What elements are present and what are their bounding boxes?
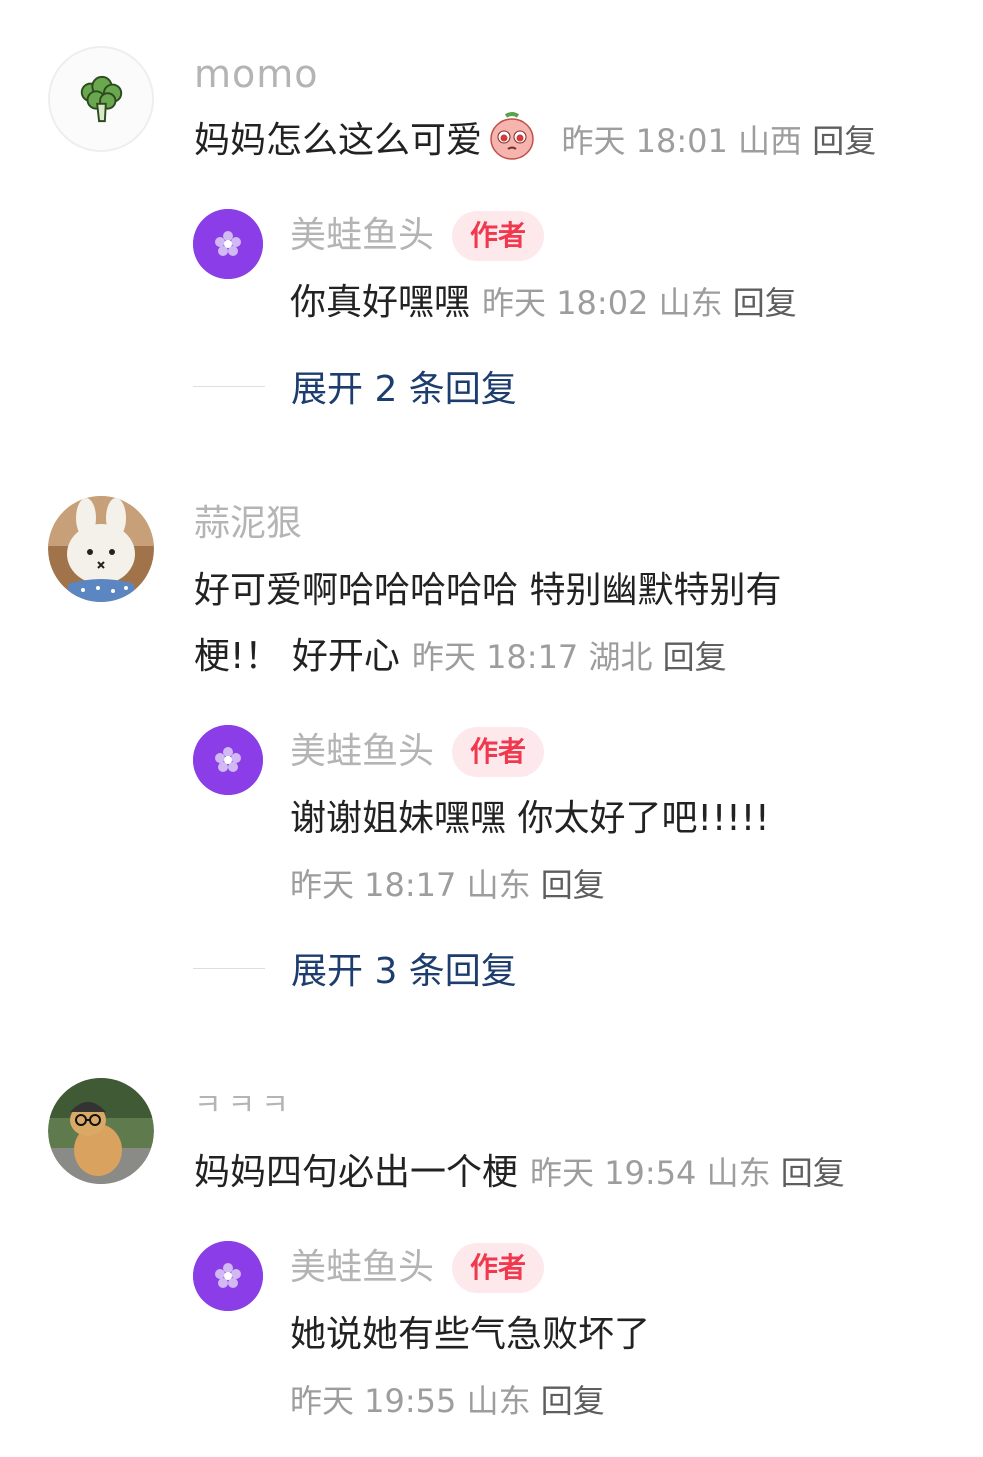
broccoli-icon [50, 48, 152, 150]
divider [193, 967, 265, 969]
reply-time: 昨天 18:02 [482, 284, 649, 322]
comment-body: 梗!！ 好开心 [194, 636, 400, 677]
author-username[interactable]: 美蛙鱼头 [290, 730, 434, 774]
comment-username[interactable]: ㅋㅋㅋ [194, 1084, 295, 1128]
reply-location: 山东 [466, 866, 531, 904]
author-username[interactable]: 美蛙鱼头 [290, 1246, 434, 1290]
expand-replies-label[interactable]: 展开 3 条回复 [291, 942, 517, 994]
flower-icon [193, 1241, 263, 1311]
reply-time: 昨天 18:17 [290, 866, 457, 904]
reply-button[interactable]: 回复 [733, 284, 797, 322]
author-avatar[interactable] [193, 209, 263, 279]
reply-button[interactable]: 回复 [812, 122, 876, 160]
comment-text-line-2: 梗!！ 好开心 昨天 18:17 湖北 回复 [194, 624, 727, 690]
flower-icon [193, 209, 263, 279]
face-with-pleading-eyes-emoji [486, 110, 538, 162]
reply-meta: 昨天 18:17 山东 回复 [290, 852, 605, 918]
reply-location: 山东 [658, 284, 723, 322]
author-username[interactable]: 美蛙鱼头 [290, 214, 434, 258]
comment-time: 昨天 18:17 [411, 638, 579, 676]
comment-text: 妈妈四句必出一个梗 昨天 19:54 山东 回复 [194, 1140, 845, 1206]
reply-time: 昨天 19:55 [290, 1382, 457, 1420]
plush-bunny-icon [48, 496, 154, 602]
comment-username[interactable]: momo [194, 52, 319, 96]
comment-text-line-1: 好可爱啊哈哈哈哈哈 特别幽默特别有 [194, 570, 782, 611]
expand-replies-label[interactable]: 展开 2 条回复 [291, 360, 517, 412]
comment-text: 妈妈怎么这么可爱 昨天 18:01 山西 回复 [194, 108, 876, 174]
reply-button[interactable]: 回复 [781, 1154, 845, 1192]
reply-button[interactable]: 回复 [663, 638, 727, 676]
comment-location: 山西 [738, 122, 803, 160]
reply-button[interactable]: 回复 [541, 866, 605, 904]
reply-meta: 昨天 19:55 山东 回复 [290, 1368, 605, 1434]
comment-location: 湖北 [588, 638, 653, 676]
comment-body: 妈妈四句必出一个梗 [194, 1152, 519, 1193]
author-badge: 作者 [452, 727, 545, 777]
expand-replies[interactable]: 展开 2 条回复 [193, 360, 517, 412]
flower-icon [193, 725, 263, 795]
comment-time: 昨天 18:01 [561, 122, 728, 160]
reply-text: 她说她有些气急败坏了 [290, 1314, 651, 1355]
author-badge: 作者 [452, 1243, 545, 1293]
author-avatar[interactable] [193, 725, 263, 795]
comment-body: 妈妈怎么这么可爱 [194, 120, 483, 161]
author-badge: 作者 [452, 211, 545, 261]
author-avatar[interactable] [193, 1241, 263, 1311]
reply-text: 谢谢姐妹嘿嘿 你太好了吧!!!!! [290, 798, 770, 839]
avatar-bunny[interactable] [48, 496, 154, 602]
comment-time: 昨天 19:54 [530, 1154, 697, 1192]
comment-username[interactable]: 蒜泥狠 [194, 502, 302, 546]
divider [193, 385, 265, 387]
avatar-momo[interactable] [48, 46, 154, 152]
reply-text: 你真好嘿嘿 昨天 18:02 山东 回复 [290, 270, 797, 336]
cat-photo-icon [48, 1078, 154, 1184]
reply-button[interactable]: 回复 [541, 1382, 605, 1420]
reply-location: 山东 [466, 1382, 531, 1420]
expand-replies[interactable]: 展开 3 条回复 [193, 942, 517, 994]
reply-body: 你真好嘿嘿 [290, 282, 471, 323]
avatar-cat[interactable] [48, 1078, 154, 1184]
comment-location: 山东 [706, 1154, 771, 1192]
